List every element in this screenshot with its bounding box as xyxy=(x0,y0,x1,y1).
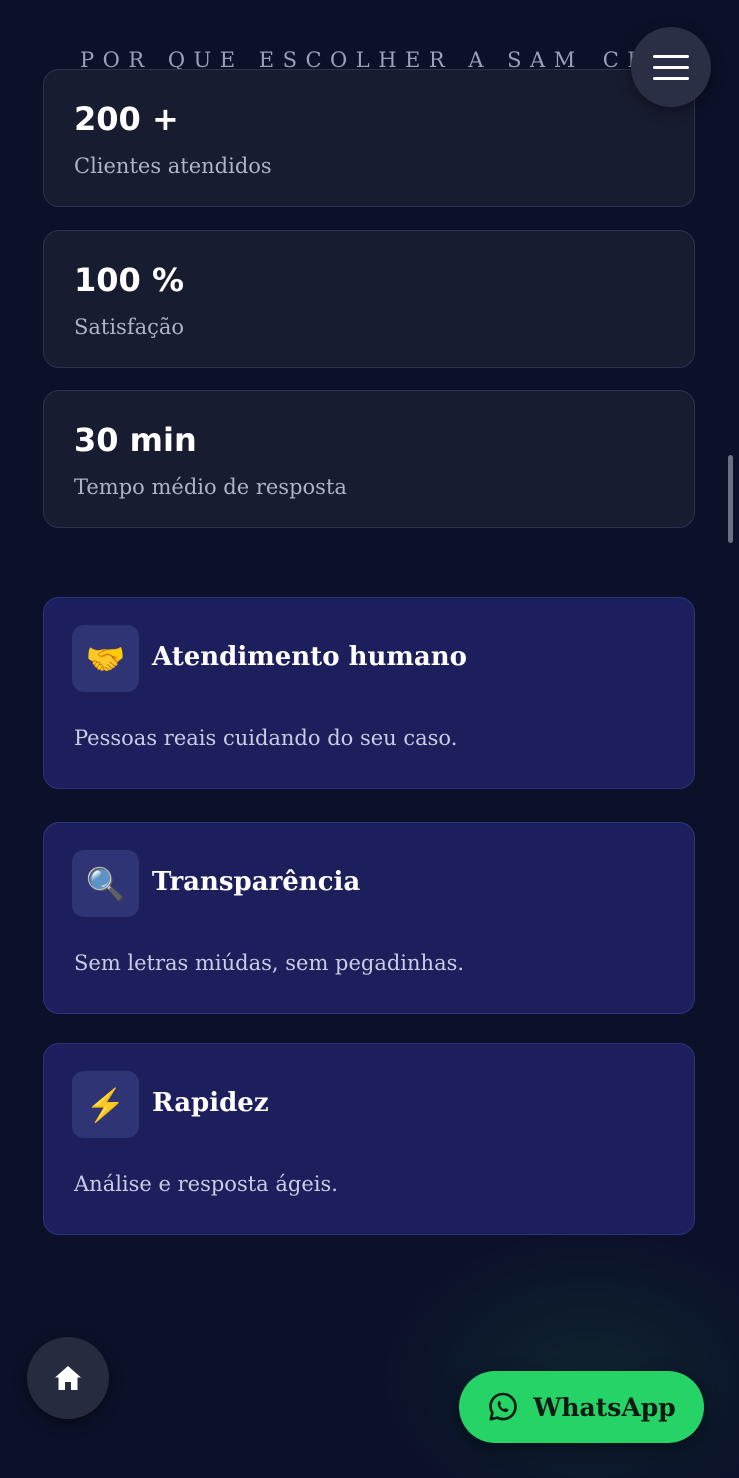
feature-title: Transparência xyxy=(152,867,361,897)
whatsapp-button[interactable]: WhatsApp xyxy=(459,1371,704,1443)
stat-value: 200 + xyxy=(74,100,179,138)
whatsapp-icon xyxy=(489,1392,518,1421)
feature-text: Análise e resposta ágeis. xyxy=(74,1172,338,1196)
handshake-icon: 🤝 xyxy=(72,625,139,692)
hamburger-menu-icon xyxy=(653,54,689,58)
whatsapp-label: WhatsApp xyxy=(533,1392,676,1422)
menu-button[interactable] xyxy=(631,27,711,107)
feature-title: Rapidez xyxy=(152,1088,269,1118)
stat-value: 100 % xyxy=(74,261,184,299)
feature-text: Pessoas reais cuidando do seu caso. xyxy=(74,726,458,750)
stat-value: 30 min xyxy=(74,421,197,459)
feature-card-transparency: 🔍 Transparência Sem letras miúdas, sem p… xyxy=(43,822,695,1014)
stat-card-response-time: 30 min Tempo médio de resposta xyxy=(43,390,695,528)
stat-label: Tempo médio de resposta xyxy=(74,475,347,499)
stat-label: Clientes atendidos xyxy=(74,154,272,178)
feature-title: Atendimento humano xyxy=(152,642,467,672)
home-button[interactable] xyxy=(27,1337,109,1419)
feature-card-human-service: 🤝 Atendimento humano Pessoas reais cuida… xyxy=(43,597,695,789)
feature-card-speed: ⚡ Rapidez Análise e resposta ágeis. xyxy=(43,1043,695,1235)
stat-card-satisfaction: 100 % Satisfação xyxy=(43,230,695,368)
stat-label: Satisfação xyxy=(74,315,185,339)
home-icon xyxy=(55,1366,81,1390)
magnifier-icon: 🔍 xyxy=(72,850,139,917)
scrollbar-thumb[interactable] xyxy=(728,455,733,543)
stat-card-clients: 200 + Clientes atendidos xyxy=(43,69,695,207)
feature-text: Sem letras miúdas, sem pegadinhas. xyxy=(74,951,465,975)
lightning-icon: ⚡ xyxy=(72,1071,139,1138)
page: POR QUE ESCOLHER A SAM_CRED 200 + Client… xyxy=(0,0,739,1478)
